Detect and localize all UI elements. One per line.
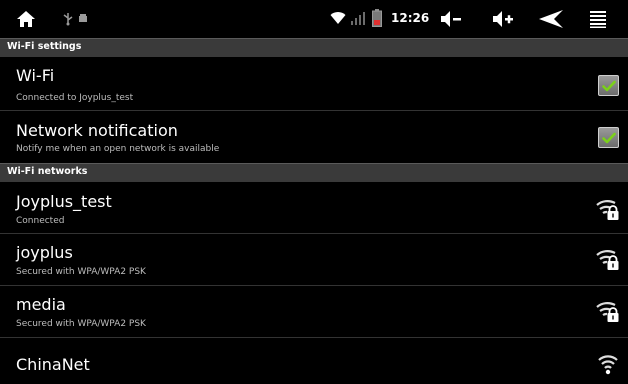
section-header-wifi-settings: Wi-Fi settings	[0, 38, 628, 57]
network-notification-checkbox[interactable]	[598, 127, 619, 148]
network-ssid: Joyplus_test	[16, 192, 112, 211]
wifi-locked-icon	[596, 250, 619, 270]
status-bar: 12:26	[0, 0, 628, 38]
back-icon[interactable]	[538, 9, 564, 29]
network-status: Secured with WPA/WPA2 PSK	[16, 319, 146, 329]
wifi-locked-icon	[596, 200, 619, 220]
network-ssid: media	[16, 295, 66, 314]
network-ssid: joyplus	[16, 243, 73, 262]
network-status: Connected	[16, 216, 65, 226]
home-icon[interactable]	[16, 9, 36, 29]
battery-icon	[372, 9, 382, 27]
network-row[interactable]: Joyplus_test Connected	[0, 182, 628, 234]
section-header-label: Wi-Fi settings	[7, 41, 82, 52]
section-header-label: Wi-Fi networks	[7, 166, 88, 177]
wifi-signal-icon	[330, 11, 346, 25]
setting-subtitle: Connected to Joyplus_test	[16, 93, 134, 103]
wifi-locked-icon	[596, 302, 619, 322]
check-icon	[601, 80, 616, 91]
menu-icon[interactable]	[589, 10, 607, 28]
network-status: Secured with WPA/WPA2 PSK	[16, 267, 146, 277]
usb-icon	[62, 12, 74, 26]
setting-title: Wi-Fi	[16, 66, 55, 85]
volume-up-icon[interactable]	[492, 10, 514, 28]
check-icon	[601, 132, 616, 143]
setting-title: Network notification	[16, 121, 178, 140]
cell-signal-icon	[350, 11, 366, 25]
network-row[interactable]: joyplus Secured with WPA/WPA2 PSK	[0, 234, 628, 286]
network-row[interactable]: media Secured with WPA/WPA2 PSK	[0, 286, 628, 338]
android-debug-icon	[78, 13, 88, 23]
volume-down-icon[interactable]	[440, 10, 462, 28]
wifi-checkbox[interactable]	[598, 75, 619, 96]
setting-subtitle: Notify me when an open network is availa…	[16, 144, 220, 154]
network-row[interactable]: ChinaNet	[0, 338, 628, 384]
setting-row-network-notification[interactable]: Network notification Notify me when an o…	[0, 111, 628, 163]
section-header-wifi-networks: Wi-Fi networks	[0, 163, 628, 182]
wifi-open-icon	[598, 355, 618, 375]
clock: 12:26	[391, 11, 430, 25]
network-ssid: ChinaNet	[16, 355, 90, 374]
setting-row-wifi[interactable]: Wi-Fi Connected to Joyplus_test	[0, 57, 628, 111]
